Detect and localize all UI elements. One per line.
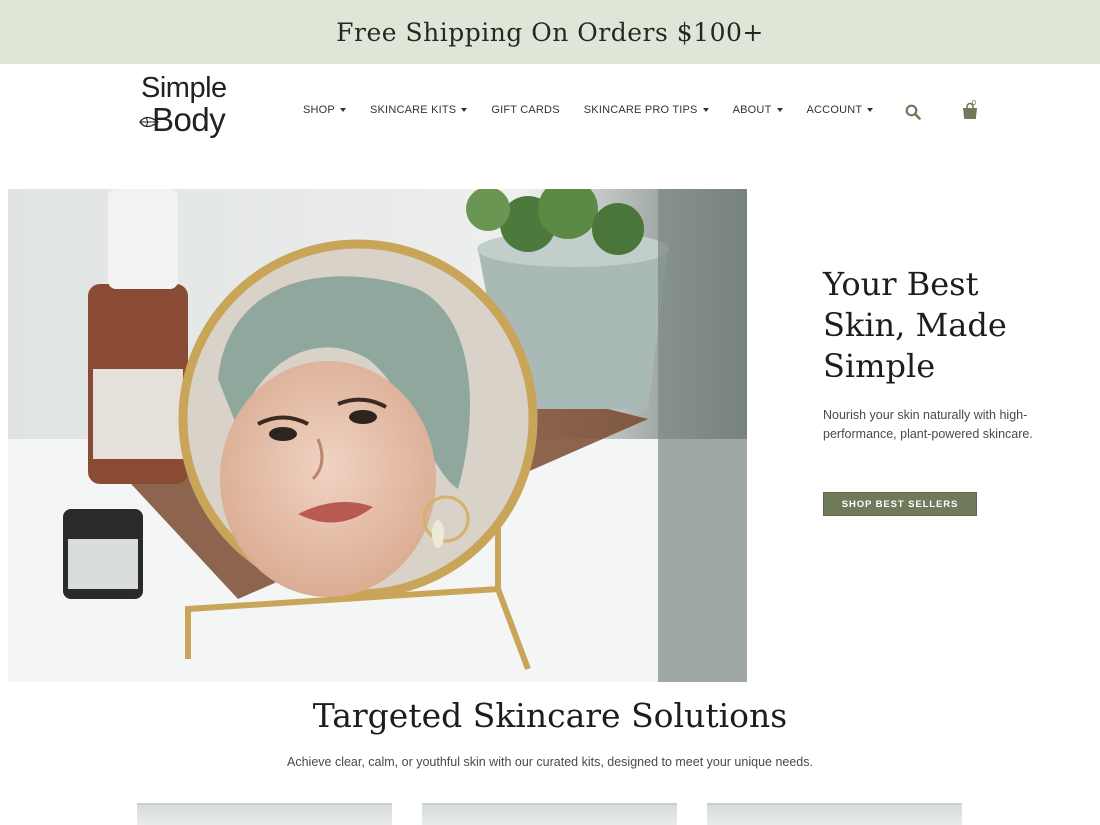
nav-label: ABOUT: [732, 104, 772, 116]
caret-down-icon: [776, 108, 783, 112]
logo-line-2: Body: [152, 101, 226, 138]
hero-image: [8, 189, 747, 682]
nav-label: GIFT CARDS: [491, 104, 560, 116]
logo[interactable]: Simple Body: [138, 72, 230, 138]
nav-label: ACCOUNT: [806, 104, 863, 116]
nav-skincare-pro-tips[interactable]: SKINCARE PRO TIPS: [584, 104, 709, 116]
hero-photo-illustration: [8, 189, 747, 682]
hero-title-line: Simple: [823, 347, 936, 385]
nav-about[interactable]: ABOUT: [733, 104, 783, 116]
promo-bar: Free Shipping On Orders $100+: [0, 0, 1100, 64]
nav-gift-cards[interactable]: GIFT CARDS: [491, 104, 559, 116]
hero-title: Your Best Skin, Made Simple: [823, 264, 1053, 387]
nav-label: SKINCARE PRO TIPS: [583, 104, 698, 116]
caret-down-icon: [339, 108, 346, 112]
shop-best-sellers-button[interactable]: SHOP BEST SELLERS: [823, 492, 977, 516]
nav-account[interactable]: ACCOUNT: [807, 104, 874, 116]
caret-down-icon: [867, 108, 874, 112]
nav-shop[interactable]: SHOP: [303, 104, 346, 116]
section-subtitle: Achieve clear, calm, or youthful skin wi…: [287, 755, 813, 769]
cart-count-badge: 0: [972, 100, 976, 107]
hero-text-block: Your Best Skin, Made Simple Nourish your…: [823, 264, 1053, 444]
main-nav: SHOP SKINCARE KITS GIFT CARDS SKINCARE P…: [303, 104, 897, 116]
promo-text: Free Shipping On Orders $100+: [336, 17, 764, 47]
nav-skincare-kits[interactable]: SKINCARE KITS: [369, 104, 468, 116]
shopping-bag-icon[interactable]: [960, 101, 980, 121]
caret-down-icon: [702, 108, 709, 112]
section-title: Targeted Skincare Solutions: [312, 696, 788, 735]
hero-subtitle: Nourish your skin naturally with high-pe…: [823, 408, 1033, 441]
site-header: Simple Body SHOP SKINCARE KITS GIFT CARD…: [0, 64, 1100, 160]
product-card[interactable]: [707, 803, 962, 825]
search-icon[interactable]: [905, 104, 921, 120]
caret-down-icon: [461, 108, 468, 112]
nav-label: SHOP: [303, 104, 335, 116]
product-card[interactable]: [137, 803, 392, 825]
nav-label: SKINCARE KITS: [369, 104, 457, 116]
hero-title-line: Your Best: [823, 265, 979, 303]
hero-title-line: Skin, Made: [823, 306, 1007, 344]
product-card[interactable]: [422, 803, 677, 825]
